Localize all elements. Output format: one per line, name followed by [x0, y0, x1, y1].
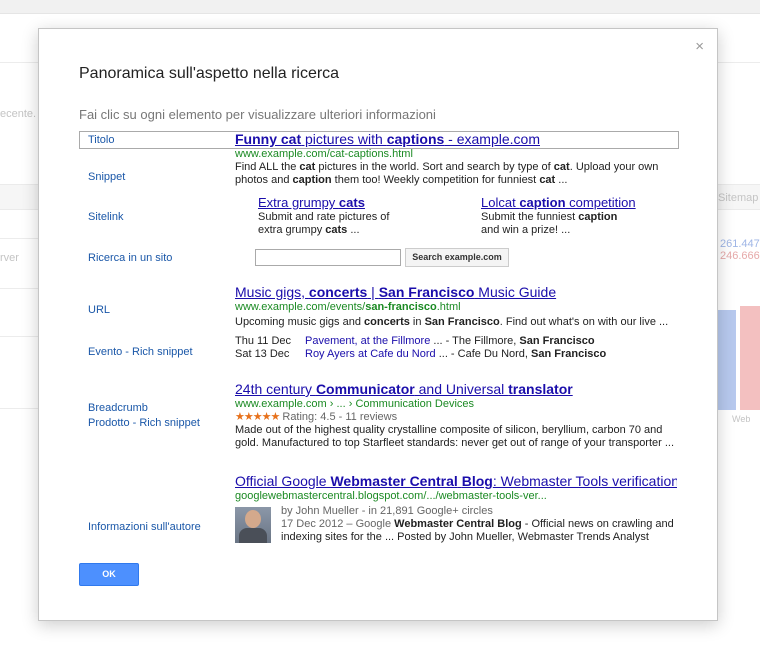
event-row: Thu 11 Dec Pavement, at the Fillmore ... …	[235, 335, 595, 347]
label-breadcrumb[interactable]: Breadcrumb	[88, 402, 148, 414]
label-product-rich-snippet[interactable]: Prodotto - Rich snippet	[88, 417, 200, 429]
event-link[interactable]: Roy Ayers at Cafe du Nord	[305, 348, 436, 360]
background-value: 246.666	[720, 250, 760, 262]
background-axis-label: Web	[732, 414, 751, 424]
chart-bar	[718, 310, 736, 410]
label-sitelink[interactable]: Sitelink	[88, 211, 123, 223]
result-2-snippet: Upcoming music gigs and concerts in San …	[235, 316, 669, 328]
sitelink-1-desc-2: extra grumpy cats ...	[258, 224, 360, 236]
background-chart	[716, 292, 760, 410]
close-icon[interactable]: ×	[695, 39, 704, 54]
ok-button[interactable]: OK	[79, 563, 139, 586]
author-block: by John Mueller - in 21,891 Google+ circ…	[281, 505, 679, 544]
sitelink-1-desc: Submit and rate pictures of	[258, 211, 390, 223]
background-value: 261.447	[720, 238, 760, 250]
event-row: Sat 13 Dec Roy Ayers at Cafe du Nord ... …	[235, 348, 607, 360]
dialog-subtitle: Fai clic su ogni elemento per visualizza…	[79, 107, 436, 122]
divider	[0, 336, 38, 337]
site-search-button[interactable]: Search example.com	[405, 248, 509, 267]
result-2-title[interactable]: Music gigs, concerts | San Francisco Mus…	[235, 284, 677, 301]
chart-bar	[740, 306, 760, 410]
star-rating-icon: ★★★★★	[235, 411, 280, 423]
label-title[interactable]: Titolo	[88, 134, 115, 146]
sitelink-1: Extra grumpy cats Submit and rate pictur…	[258, 195, 458, 237]
background-text: rver	[0, 252, 19, 264]
result-1-snippet: Find ALL the cat pictures in the world. …	[235, 161, 659, 186]
label-author-info[interactable]: Informazioni sull'autore	[88, 521, 201, 533]
result-1-title[interactable]: Funny cat pictures with captions - examp…	[235, 131, 677, 148]
divider	[0, 238, 38, 239]
result-1-url: www.example.com/cat-captions.html	[235, 148, 413, 160]
background-sitemap-header: Sitemap	[718, 192, 759, 204]
sitelink-2-title[interactable]: Lolcat caption competition	[481, 195, 681, 211]
site-search-input[interactable]	[255, 249, 401, 266]
result-4: Official Google Webmaster Central Blog: …	[235, 473, 677, 503]
sitelink-2-desc: Submit the funniest caption	[481, 211, 618, 223]
dialog-title: Panoramica sull'aspetto nella ricerca	[79, 65, 340, 82]
author-avatar	[235, 507, 271, 543]
search-appearance-dialog: × Panoramica sull'aspetto nella ricerca …	[38, 28, 718, 621]
divider	[0, 288, 38, 289]
author-byline: by John Mueller - in 21,891 Google+ circ…	[281, 505, 493, 517]
result-2: Music gigs, concerts | San Francisco Mus…	[235, 284, 677, 361]
result-1: Funny cat pictures with captions - examp…	[235, 131, 677, 187]
label-event-rich-snippet[interactable]: Evento - Rich snippet	[88, 346, 193, 358]
event-date: Sat 13 Dec	[235, 348, 290, 360]
divider	[0, 62, 38, 63]
divider	[718, 62, 760, 63]
event-date: Thu 11 Dec	[235, 335, 292, 347]
sitelink-2-desc-2: and win a prize! ...	[481, 224, 571, 236]
result-4-url: googlewebmastercentral.blogspot.com/.../…	[235, 490, 547, 502]
divider	[0, 408, 38, 409]
top-bar	[0, 0, 760, 14]
sitelink-1-title[interactable]: Extra grumpy cats	[258, 195, 458, 211]
sitelink-2: Lolcat caption competition Submit the fu…	[481, 195, 681, 237]
label-snippet[interactable]: Snippet	[88, 171, 125, 183]
result-4-title[interactable]: Official Google Webmaster Central Blog: …	[235, 473, 677, 490]
result-3-snippet: Made out of the highest quality crystall…	[235, 424, 675, 449]
event-link[interactable]: Pavement, at the Fillmore	[305, 335, 430, 347]
result-4-snippet: 17 Dec 2012 – Google Webmaster Central B…	[281, 518, 674, 543]
breadcrumb: www.example.com › ... › Communication De…	[235, 398, 475, 410]
result-3-title[interactable]: 24th century Communicator and Universal …	[235, 381, 677, 398]
result-3: 24th century Communicator and Universal …	[235, 381, 677, 450]
label-site-search[interactable]: Ricerca in un sito	[88, 252, 172, 264]
result-2-url: www.example.com/events/san-francisco.htm…	[235, 301, 461, 313]
label-url[interactable]: URL	[88, 304, 110, 316]
product-rating: ★★★★★ Rating: 4.5 - 11 reviews	[235, 411, 398, 423]
